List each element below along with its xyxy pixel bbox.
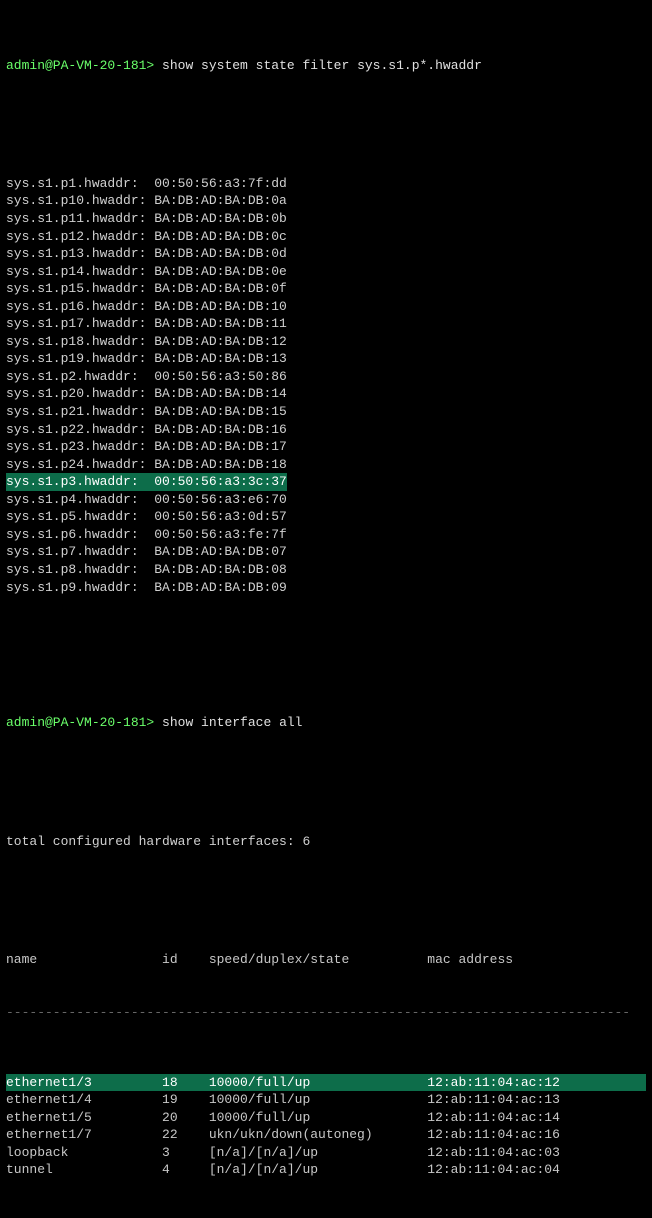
hwaddr-row: sys.s1.p10.hwaddr: BA:DB:AD:BA:DB:0a: [6, 192, 646, 210]
hwaddr-row: sys.s1.p13.hwaddr: BA:DB:AD:BA:DB:0d: [6, 245, 646, 263]
hwaddr-row: sys.s1.p7.hwaddr: BA:DB:AD:BA:DB:07: [6, 543, 646, 561]
if-table-row: ethernet1/5 20 10000/full/up 12:ab:11:04…: [6, 1109, 646, 1127]
if-table-row: loopback 3 [n/a]/[n/a]/up 12:ab:11:04:ac…: [6, 1144, 646, 1162]
hwaddr-row: sys.s1.p21.hwaddr: BA:DB:AD:BA:DB:15: [6, 403, 646, 421]
hwaddr-row: sys.s1.p1.hwaddr: 00:50:56:a3:7f:dd: [6, 175, 646, 193]
hwaddr-row: sys.s1.p16.hwaddr: BA:DB:AD:BA:DB:10: [6, 298, 646, 316]
interface-summary: total configured hardware interfaces: 6: [6, 833, 646, 851]
hwaddr-row: sys.s1.p24.hwaddr: BA:DB:AD:BA:DB:18: [6, 456, 646, 474]
prompt-line-2: admin@PA-VM-20-181> show interface all: [6, 714, 646, 732]
hwaddr-row: sys.s1.p3.hwaddr: 00:50:56:a3:3c:37: [6, 473, 287, 491]
hwaddr-row: sys.s1.p20.hwaddr: BA:DB:AD:BA:DB:14: [6, 385, 646, 403]
hwaddr-row: sys.s1.p23.hwaddr: BA:DB:AD:BA:DB:17: [6, 438, 646, 456]
hwaddr-row: sys.s1.p14.hwaddr: BA:DB:AD:BA:DB:0e: [6, 263, 646, 281]
if-table-row: ethernet1/7 22 ukn/ukn/down(autoneg) 12:…: [6, 1126, 646, 1144]
blank-line: [6, 109, 646, 122]
hwaddr-row: sys.s1.p8.hwaddr: BA:DB:AD:BA:DB:08: [6, 561, 646, 579]
terminal-output[interactable]: admin@PA-VM-20-181> show system state fi…: [0, 0, 652, 1218]
if-table-row: ethernet1/4 19 10000/full/up 12:ab:11:04…: [6, 1091, 646, 1109]
blank-line: [6, 767, 646, 780]
hwaddr-row: sys.s1.p6.hwaddr: 00:50:56:a3:fe:7f: [6, 526, 646, 544]
if-table-header: name id speed/duplex/state mac address: [6, 951, 646, 969]
hwaddr-row: sys.s1.p5.hwaddr: 00:50:56:a3:0d:57: [6, 508, 646, 526]
hwaddr-row: sys.s1.p2.hwaddr: 00:50:56:a3:50:86: [6, 368, 646, 386]
shell-prompt: admin@PA-VM-20-181>: [6, 58, 154, 73]
hwaddr-row: sys.s1.p19.hwaddr: BA:DB:AD:BA:DB:13: [6, 350, 646, 368]
hwaddr-block: sys.s1.p1.hwaddr: 00:50:56:a3:7f:ddsys.s…: [6, 175, 646, 596]
blank-line: [6, 649, 646, 662]
if-table-row: ethernet1/3 18 10000/full/up 12:ab:11:04…: [6, 1074, 646, 1092]
shell-command: show interface all: [162, 715, 302, 730]
hwaddr-row: sys.s1.p11.hwaddr: BA:DB:AD:BA:DB:0b: [6, 210, 646, 228]
blank-line: [6, 885, 646, 898]
hwaddr-row: sys.s1.p9.hwaddr: BA:DB:AD:BA:DB:09: [6, 579, 646, 597]
if-table-rows: ethernet1/3 18 10000/full/up 12:ab:11:04…: [6, 1074, 646, 1179]
hwaddr-row: sys.s1.p22.hwaddr: BA:DB:AD:BA:DB:16: [6, 421, 646, 439]
hwaddr-row: sys.s1.p12.hwaddr: BA:DB:AD:BA:DB:0c: [6, 228, 646, 246]
prompt-line-1: admin@PA-VM-20-181> show system state fi…: [6, 57, 646, 75]
shell-prompt: admin@PA-VM-20-181>: [6, 715, 154, 730]
shell-command: show system state filter sys.s1.p*.hwadd…: [162, 58, 482, 73]
if-table-divider: ----------------------------------------…: [6, 1004, 646, 1022]
hwaddr-row: sys.s1.p18.hwaddr: BA:DB:AD:BA:DB:12: [6, 333, 646, 351]
hwaddr-row: sys.s1.p4.hwaddr: 00:50:56:a3:e6:70: [6, 491, 646, 509]
hwaddr-row: sys.s1.p15.hwaddr: BA:DB:AD:BA:DB:0f: [6, 280, 646, 298]
if-table-row: tunnel 4 [n/a]/[n/a]/up 12:ab:11:04:ac:0…: [6, 1161, 646, 1179]
hwaddr-row: sys.s1.p17.hwaddr: BA:DB:AD:BA:DB:11: [6, 315, 646, 333]
